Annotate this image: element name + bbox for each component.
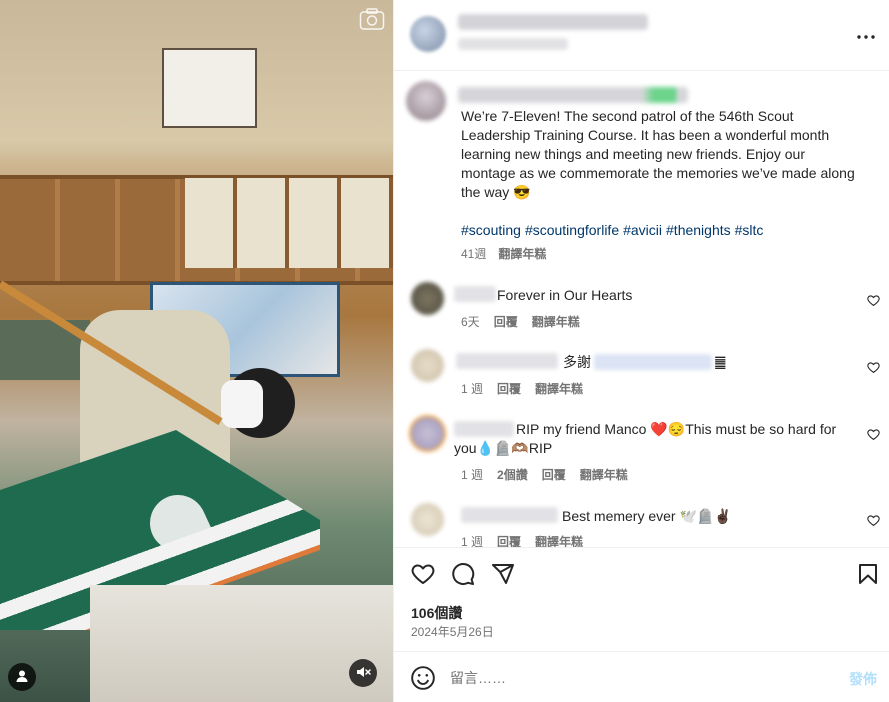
- mute-toggle-button[interactable]: [349, 659, 377, 687]
- commenter-avatar[interactable]: [411, 417, 444, 450]
- comment-composer: 發佈: [394, 651, 889, 702]
- more-options-button[interactable]: [854, 24, 878, 44]
- author-name-redacted[interactable]: [458, 14, 648, 30]
- reply-button[interactable]: 回覆: [494, 315, 518, 329]
- hashtag-list: #scouting #scoutingforlife #avicii #thenigh…: [461, 221, 881, 239]
- comment-likes-count[interactable]: 2個讚: [497, 468, 528, 482]
- translate-button[interactable]: 翻譯年糕: [580, 468, 628, 482]
- hashtag-link[interactable]: #thenights: [666, 222, 731, 238]
- classroom-desks: [90, 585, 393, 702]
- bookmark-icon: [856, 562, 880, 589]
- hashtag-link[interactable]: #sltc: [735, 222, 764, 238]
- comment-text-suffix: ䷀: [714, 354, 727, 370]
- muted-speaker-icon: [355, 664, 371, 683]
- post-header: [394, 0, 889, 71]
- caption-author-avatar[interactable]: [406, 81, 446, 121]
- post-media-video[interactable]: [0, 0, 393, 702]
- post-actions: 106個讚 2024年5月26日: [394, 547, 889, 651]
- comment-time: 1 週: [461, 535, 484, 547]
- translate-button[interactable]: 翻譯年糕: [535, 382, 583, 396]
- caption-time: 41週: [461, 247, 487, 261]
- comment-heart-icon[interactable]: [867, 294, 880, 307]
- comment-icon: [451, 562, 475, 589]
- heart-icon: [411, 562, 435, 589]
- comment-text: 多謝: [563, 354, 591, 370]
- hashtag-link[interactable]: #scoutingforlife: [525, 222, 619, 238]
- commenter-name-redacted[interactable]: [456, 353, 558, 369]
- comment-meta: 6天 回覆 翻譯年糕: [461, 313, 594, 330]
- comment-text: Best memery ever 🕊️🪦✌🏿: [562, 508, 732, 524]
- post-date[interactable]: 2024年5月26日: [411, 623, 494, 640]
- comment-heart-icon[interactable]: [867, 514, 880, 527]
- commenter-name-redacted[interactable]: [454, 286, 496, 302]
- emoji-icon[interactable]: [410, 665, 436, 691]
- hashtag-link[interactable]: #scouting: [461, 222, 521, 238]
- commenter-avatar[interactable]: [411, 503, 444, 536]
- author-avatar[interactable]: [410, 16, 446, 52]
- camera-icon: [359, 7, 385, 31]
- face-mask: [221, 380, 263, 428]
- translate-button[interactable]: 翻譯年糕: [498, 247, 546, 261]
- comment-time: 1 週: [461, 468, 484, 482]
- comment-time: 1 週: [461, 382, 484, 396]
- caption-author-name-redacted[interactable]: [458, 87, 688, 103]
- likes-count[interactable]: 106個讚: [411, 603, 462, 623]
- comment-text: RIP my friend Manco ❤️😔This must be so h…: [454, 421, 837, 456]
- commenter-avatar[interactable]: [411, 349, 444, 382]
- caption-meta: 41週 翻譯年糕: [461, 245, 558, 262]
- user-tag-icon: [15, 669, 29, 686]
- share-button[interactable]: [490, 562, 516, 588]
- background-window: [185, 178, 393, 268]
- comment-text: Forever in Our Hearts: [497, 287, 633, 303]
- comments-list[interactable]: We’re 7-Eleven! The second patrol of the…: [394, 71, 889, 547]
- comment-heart-icon[interactable]: [867, 428, 880, 441]
- comment-meta: 1 週 2個讚 回覆 翻譯年糕: [461, 466, 642, 483]
- post-caption: We’re 7-Eleven! The second patrol of the…: [461, 108, 855, 200]
- comment-meta: 1 週回覆 翻譯年糕: [461, 380, 597, 397]
- like-button[interactable]: [410, 562, 436, 588]
- reply-button[interactable]: 回覆: [497, 382, 521, 396]
- translate-button[interactable]: 翻譯年糕: [532, 315, 580, 329]
- commenter-avatar[interactable]: [411, 282, 444, 315]
- post-comment-button[interactable]: 發佈: [849, 669, 877, 689]
- comment-input[interactable]: [450, 665, 830, 691]
- reply-button[interactable]: 回覆: [497, 535, 521, 547]
- comment-button[interactable]: [450, 562, 476, 588]
- commenter-name-redacted[interactable]: [461, 507, 558, 523]
- user-tag-button[interactable]: [8, 663, 36, 691]
- hashtag-link[interactable]: #avicii: [623, 222, 662, 238]
- more-options-icon: [857, 26, 875, 42]
- wall-notice: [162, 48, 257, 128]
- comment-meta: 1 週 回覆 翻譯年糕: [461, 533, 597, 547]
- comment-heart-icon[interactable]: [867, 361, 880, 374]
- mention-redacted[interactable]: [594, 354, 712, 370]
- share-icon: [491, 562, 515, 589]
- save-button[interactable]: [855, 562, 881, 588]
- translate-button[interactable]: 翻譯年糕: [535, 535, 583, 547]
- comment-time: 6天: [461, 315, 480, 329]
- reply-button[interactable]: 回覆: [542, 468, 566, 482]
- post-details-pane: We’re 7-Eleven! The second patrol of the…: [393, 0, 889, 702]
- author-subtitle-redacted: [458, 38, 568, 50]
